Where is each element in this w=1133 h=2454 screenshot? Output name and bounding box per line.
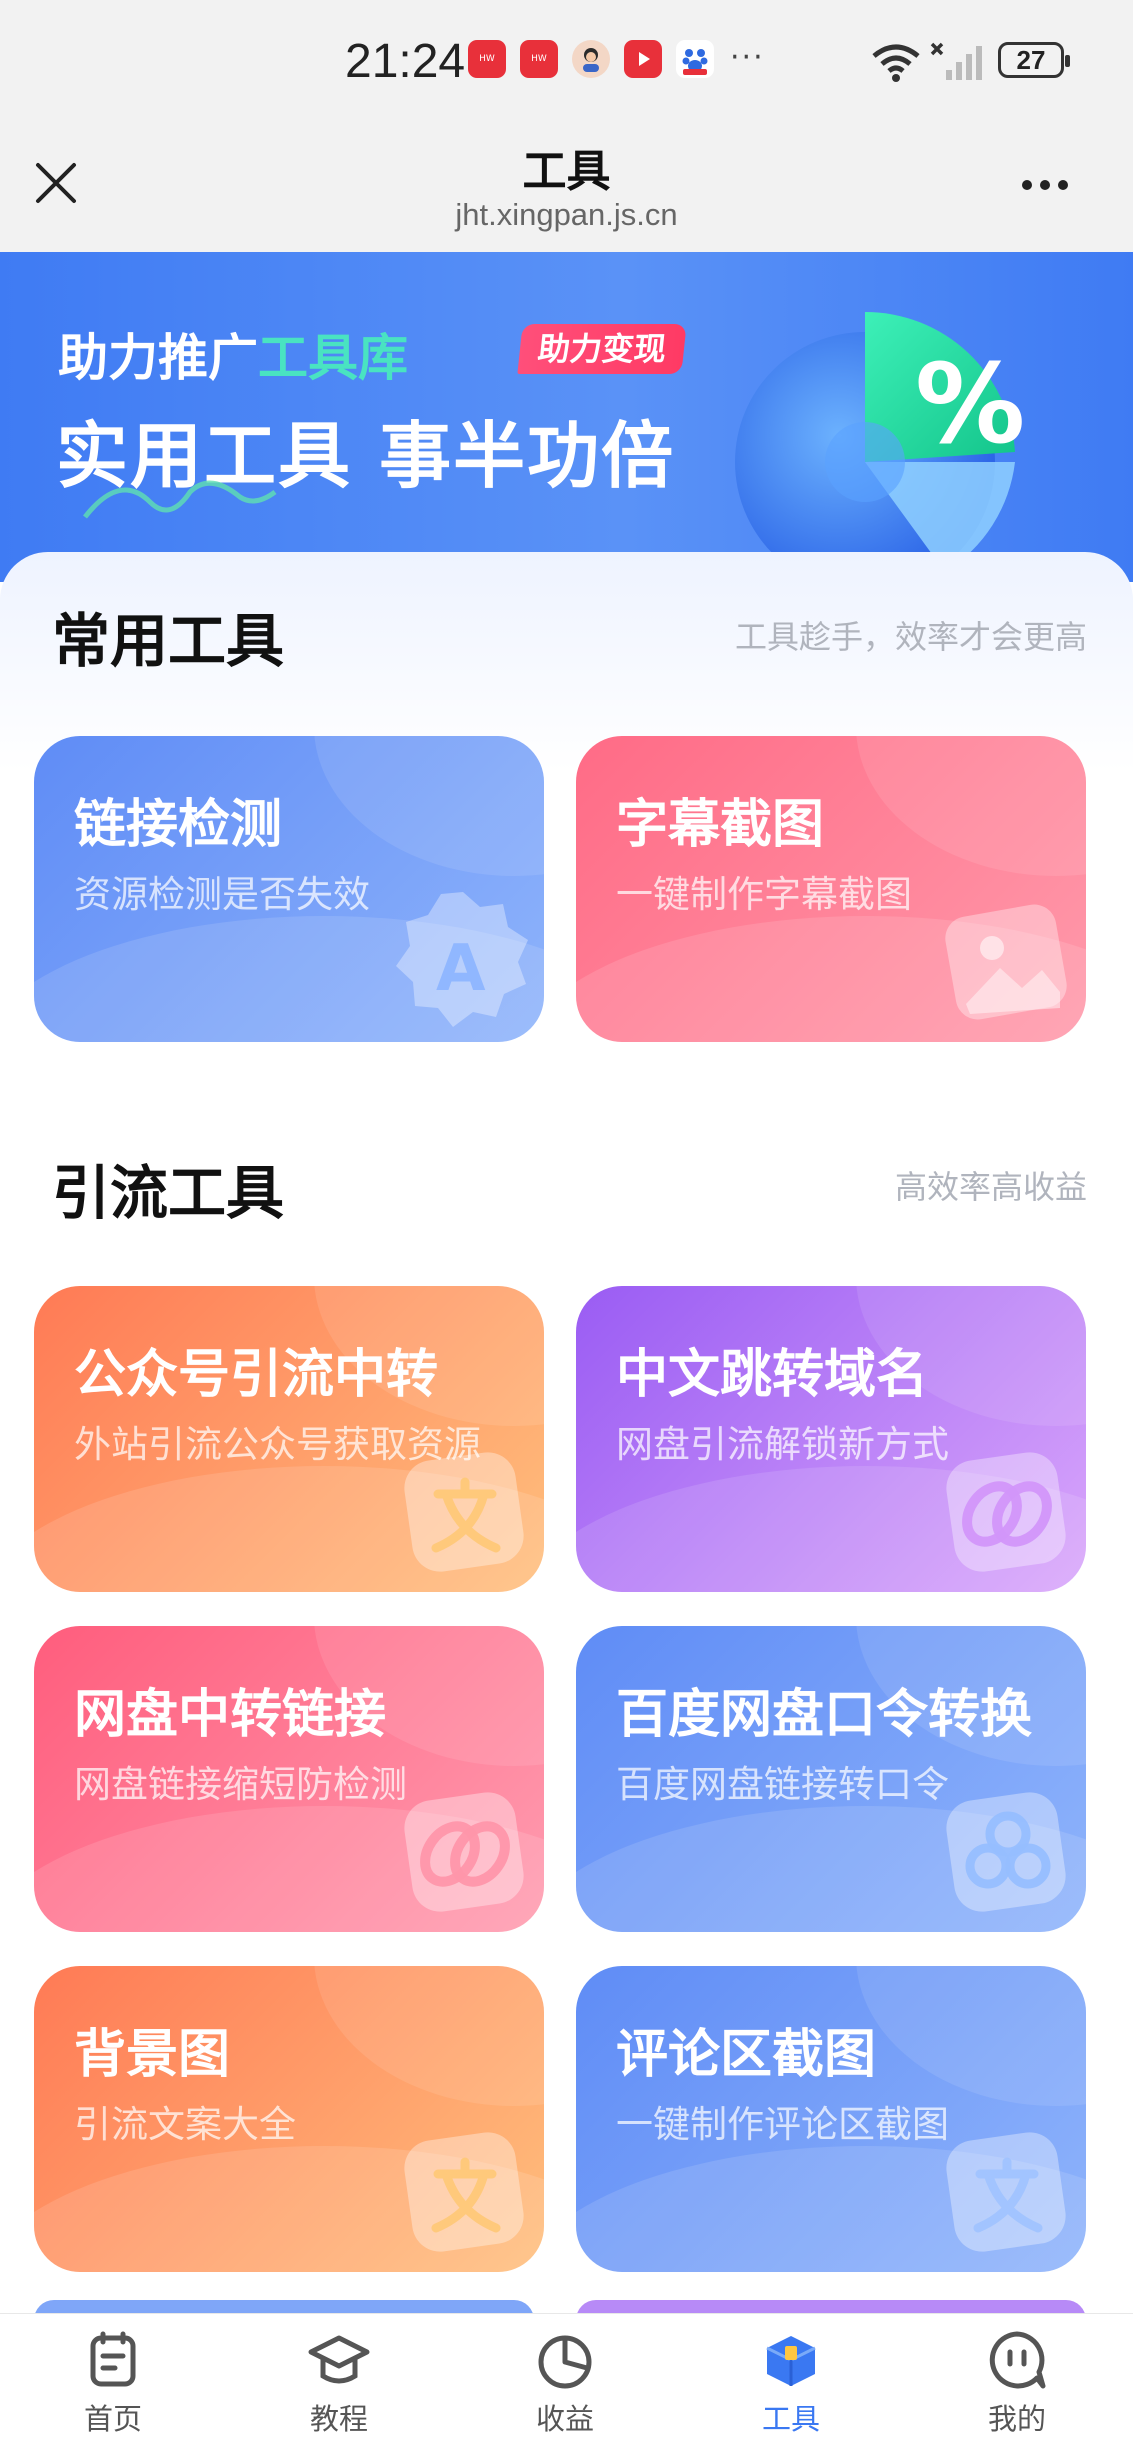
page-title: 工具 <box>522 146 611 197</box>
tab-label: 教程 <box>309 2402 368 2436</box>
svg-text:A: A <box>436 932 486 1006</box>
svg-text:%: % <box>915 340 1025 468</box>
card-subtitle: 网盘引流解锁新方式 <box>616 1423 949 1466</box>
card-title: 评论区截图 <box>616 2025 877 2085</box>
more-options-button[interactable] <box>1022 175 1082 195</box>
baidu-app-icon <box>676 40 714 78</box>
scribble-decoration <box>83 480 277 519</box>
card-title: 字幕截图 <box>616 795 825 855</box>
letter-a-badge-icon: A <box>396 892 528 1027</box>
banner-headline: 助力推广工具库 <box>58 318 408 390</box>
status-bar: 21:24 HW HW ··· 27 <box>0 0 1133 125</box>
more-notifications-indicator: ··· <box>730 40 765 75</box>
card-subtitle: 一键制作字幕截图 <box>616 873 912 916</box>
card-title: 中文跳转域名 <box>616 1345 929 1405</box>
section-title-common-tools: 常用工具 <box>52 607 285 675</box>
card-subtitle: 一键制作评论区截图 <box>616 2103 949 2146</box>
card-title: 公众号引流中转 <box>74 1345 439 1405</box>
tool-card-background-image[interactable]: 背景图 引流文案大全 <box>34 1966 544 2272</box>
banner-headline-highlight: 工具库 <box>258 329 408 387</box>
status-time: 21:24 <box>345 35 466 88</box>
tool-card-chinese-domain[interactable]: 中文跳转域名 网盘引流解锁新方式 <box>576 1286 1086 1592</box>
video-app-icon <box>624 40 662 78</box>
card-title: 网盘中转链接 <box>74 1685 387 1745</box>
translate-icon <box>404 2132 524 2252</box>
card-subtitle: 资源检测是否失效 <box>74 873 370 916</box>
tab-tutorial[interactable]: 教程 <box>226 2328 452 2438</box>
card-subtitle: 百度网盘链接转口令 <box>616 1763 949 1806</box>
banner-headline-prefix: 助力推广 <box>58 329 258 387</box>
percent-pie-chart-icon: % <box>735 311 1025 582</box>
chat-face-icon <box>989 2331 1046 2389</box>
home-notes-icon <box>90 2331 136 2387</box>
card-title: 百度网盘口令转换 <box>616 1685 1033 1745</box>
tab-profile[interactable]: 我的 <box>904 2328 1130 2438</box>
tab-tools[interactable]: 工具 <box>678 2328 904 2438</box>
graduation-cap-icon <box>308 2335 370 2384</box>
card-title: 链接检测 <box>74 795 283 855</box>
card-subtitle: 引流文案大全 <box>74 2103 296 2146</box>
tool-card-netdisk-relay[interactable]: 网盘中转链接 网盘链接缩短防检测 <box>34 1626 544 1932</box>
avatar-app-icon <box>572 40 610 78</box>
tab-label: 工具 <box>761 2402 820 2436</box>
bottom-tab-bar: 首页 教程 收益 工具 我的 <box>0 2313 1133 2454</box>
browser-title-bar: 工具 jht.xingpan.js.cn <box>0 125 1133 252</box>
tool-card-link-check[interactable]: 链接检测 资源检测是否失效 A <box>34 736 544 1042</box>
tool-card-subtitle-screenshot[interactable]: 字幕截图 一键制作字幕截图 <box>576 736 1086 1042</box>
cloud-icon <box>946 1792 1066 1912</box>
section-title-traffic-tools: 引流工具 <box>52 1159 285 1227</box>
tool-card-wechat-redirect[interactable]: 公众号引流中转 外站引流公众号获取资源 <box>34 1286 544 1592</box>
tab-label: 我的 <box>987 2402 1046 2436</box>
link-icon <box>946 1452 1066 1572</box>
battery-indicator: 27 <box>998 42 1070 78</box>
promo-banner: 助力推广工具库 助力变现 实用工具 事半功倍 % <box>0 252 1133 582</box>
card-title: 背景图 <box>74 2025 231 2085</box>
tool-card-comment-screenshot[interactable]: 评论区截图 一键制作评论区截图 <box>576 1966 1086 2272</box>
tab-earnings[interactable]: 收益 <box>452 2328 678 2438</box>
page-url: jht.xingpan.js.cn <box>455 197 678 232</box>
translate-icon <box>404 1452 524 1572</box>
huawei-app-icon: HW <box>468 40 506 78</box>
banner-tag: 助力变现 <box>517 324 687 374</box>
huawei-app-icon: HW <box>520 40 558 78</box>
card-subtitle: 网盘链接缩短防检测 <box>74 1763 407 1806</box>
wifi-icon <box>872 44 920 82</box>
translate-icon <box>946 2132 1066 2252</box>
image-icon <box>945 904 1067 1020</box>
link-icon <box>404 1792 524 1912</box>
cellular-signal-icon <box>930 42 982 80</box>
toolbox-icon <box>766 2336 816 2386</box>
tool-card-baidu-code-convert[interactable]: 百度网盘口令转换 百度网盘链接转口令 <box>576 1626 1086 1932</box>
pie-chart-icon <box>538 2335 592 2389</box>
tab-label: 收益 <box>535 2402 594 2436</box>
tab-label: 首页 <box>83 2402 142 2436</box>
section-subtitle-traffic-tools: 高效率高收益 <box>894 1168 1087 1206</box>
section-subtitle-common-tools: 工具趁手，效率才会更高 <box>734 618 1087 656</box>
tab-home[interactable]: 首页 <box>0 2328 226 2438</box>
